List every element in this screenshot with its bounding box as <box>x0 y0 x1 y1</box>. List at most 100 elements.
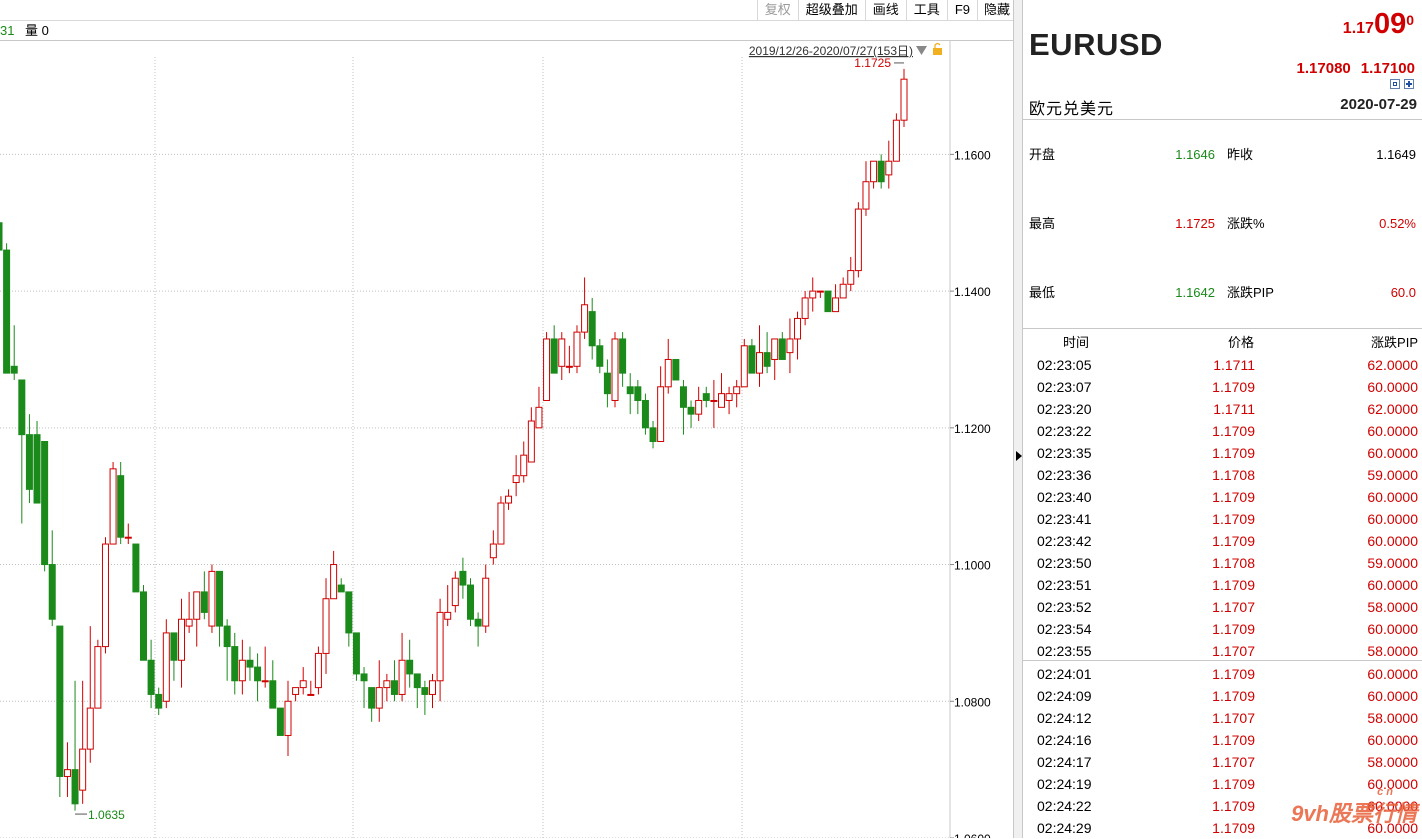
candle <box>505 489 513 510</box>
candle <box>763 332 771 374</box>
candle <box>147 639 155 709</box>
dropdown-arrow-icon[interactable] <box>916 46 927 55</box>
lock-icon[interactable] <box>933 48 942 55</box>
tick-time: 02:24:19 <box>1037 776 1092 792</box>
toolbar-button[interactable]: 复权 <box>756 0 798 20</box>
candle <box>101 537 109 654</box>
candle <box>345 591 353 647</box>
candle <box>421 680 429 715</box>
low-label: 最低 <box>1029 285 1056 300</box>
tick-change: 59.0000 <box>1367 555 1418 571</box>
tick-time: 02:23:42 <box>1037 533 1092 549</box>
tick-price: 1.1709 <box>1212 423 1255 439</box>
candle <box>383 673 391 702</box>
separator <box>1023 119 1422 120</box>
price-tick-label: 1.1400 <box>954 285 991 299</box>
candle <box>330 550 338 600</box>
quote-row-high: 最高 1.1725 涨跌% 0.52% <box>1023 214 1422 234</box>
indicator-bar: 31 量 0 <box>0 21 1013 41</box>
instrument-name: 欧元兑美元 <box>1029 101 1115 118</box>
candle <box>596 338 604 374</box>
watermark-sub: c n <box>1377 786 1393 798</box>
add-icon[interactable] <box>1404 79 1414 89</box>
candle <box>352 632 360 681</box>
candle <box>565 345 573 374</box>
tick-change: 60.0000 <box>1367 423 1418 439</box>
tick-change: 60.0000 <box>1367 577 1418 593</box>
candle <box>725 386 733 415</box>
tick-time: 02:23:50 <box>1037 555 1092 571</box>
candle <box>337 578 345 593</box>
toolbar-button[interactable]: 超级叠加 <box>797 0 865 20</box>
candle <box>451 571 459 613</box>
candle <box>474 612 482 647</box>
candle <box>717 373 725 408</box>
candle <box>520 441 528 483</box>
chart-toolbar: 复权 超级叠加 画线 工具 F9 隐藏 <box>0 0 1013 21</box>
candle <box>117 462 125 545</box>
tick-time: 02:23:22 <box>1037 423 1092 439</box>
tick-price: 1.1709 <box>1212 776 1255 792</box>
separator <box>1023 328 1422 329</box>
candle <box>581 277 589 339</box>
col-time: 时间 <box>1063 335 1090 350</box>
candle <box>390 660 398 702</box>
candle <box>892 113 900 162</box>
candle <box>185 591 193 633</box>
candle <box>740 338 748 388</box>
chart-annotations: 1.1725 1.0635 2019/12/26-2020/07/27(153日) <box>75 42 942 822</box>
bid-ask: 1.17080 1.17100 <box>1287 60 1415 77</box>
tick-time: 02:24:16 <box>1037 732 1092 748</box>
candle <box>603 359 611 408</box>
candle <box>276 707 284 736</box>
tick-price: 1.1707 <box>1212 599 1255 615</box>
candle <box>794 311 802 360</box>
candle <box>208 564 216 633</box>
candle <box>0 222 3 251</box>
candle <box>862 161 870 216</box>
toolbar-buttons: 复权 超级叠加 画线 工具 F9 隐藏 <box>756 0 1013 20</box>
toolbar-button[interactable]: 隐藏 <box>976 0 1013 20</box>
candle <box>178 598 186 688</box>
candle <box>368 687 376 722</box>
candle <box>124 523 132 545</box>
candle <box>588 297 596 360</box>
candle <box>261 646 269 688</box>
tick-change: 60.0000 <box>1367 489 1418 505</box>
tick-change: 60.0000 <box>1367 511 1418 527</box>
bid-price: 1.17080 <box>1296 60 1351 77</box>
window-icon[interactable] <box>1390 79 1400 89</box>
price-suffix: 0 <box>1406 12 1414 28</box>
panel-divider[interactable] <box>1013 0 1023 838</box>
last-price: 1.17090 <box>1343 8 1414 41</box>
candle <box>193 591 201 647</box>
candle <box>778 332 786 360</box>
candle <box>428 673 436 709</box>
tick-row: 02:23:40 1.1709 60.0000 <box>1023 486 1422 508</box>
toolbar-button[interactable]: 工具 <box>905 0 947 20</box>
toolbar-button[interactable]: F9 <box>946 0 977 20</box>
tick-price: 1.1709 <box>1212 621 1255 637</box>
expand-arrow-icon[interactable] <box>1016 451 1022 461</box>
tick-time: 02:23:20 <box>1037 401 1092 417</box>
tick-change: 59.0000 <box>1367 467 1418 483</box>
candle <box>155 687 163 715</box>
tick-row: 02:23:54 1.1709 60.0000 <box>1023 618 1422 640</box>
candlestick-chart[interactable]: 1.1600 1.1400 1.1200 1.1000 1.0800 1.0600 1.1… <box>0 41 1013 838</box>
change-pip-value: 60.0 <box>1390 285 1416 300</box>
tick-change: 60.0000 <box>1367 533 1418 549</box>
candle <box>467 578 475 627</box>
toolbar-button[interactable]: 画线 <box>864 0 906 20</box>
candle <box>41 441 49 572</box>
tick-change: 58.0000 <box>1367 643 1418 659</box>
tick-change: 60.0000 <box>1367 621 1418 637</box>
tick-change: 58.0000 <box>1367 754 1418 770</box>
tick-price: 1.1709 <box>1212 533 1255 549</box>
tick-price: 1.1709 <box>1212 688 1255 704</box>
date-range-label[interactable]: 2019/12/26-2020/07/27(153日) <box>749 44 913 58</box>
tick-row: 02:23:55 1.1707 58.0000 <box>1023 640 1422 662</box>
candle <box>63 742 71 797</box>
candle <box>139 585 147 661</box>
candle <box>649 420 657 449</box>
tick-row: 02:23:52 1.1707 58.0000 <box>1023 596 1422 618</box>
